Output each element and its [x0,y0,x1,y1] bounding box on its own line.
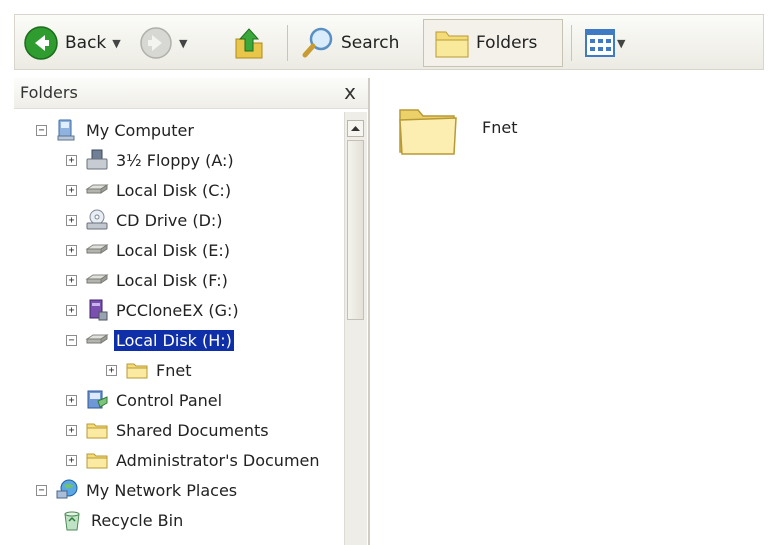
search-button[interactable]: Search [301,23,399,63]
tree-item-my-computer[interactable]: − My Computer [36,116,196,144]
folders-icon [435,31,469,58]
tree-item-fnet[interactable]: + Fnet [106,356,193,384]
tree-item-recycle-bin[interactable]: Recycle Bin [60,506,185,534]
recycle-bin-icon [64,511,80,531]
expand-icon[interactable]: + [66,214,77,226]
forward-button[interactable]: ▼ [139,23,187,63]
search-icon [302,27,333,58]
expand-icon[interactable]: + [66,154,77,166]
chevron-up-icon [351,126,360,131]
folders-pane-header: Folders x [14,78,368,109]
folders-button[interactable]: Folders [423,19,563,67]
forward-dropdown-icon[interactable]: ▼ [179,37,187,50]
tree-label: CD Drive (D:) [116,210,223,230]
expand-icon[interactable]: + [66,304,77,316]
collapse-icon[interactable]: − [36,484,47,496]
cd-drive-icon [86,209,108,230]
expand-icon[interactable]: + [66,274,77,286]
tree-label: PCCloneEX (G:) [116,300,239,320]
hard-drive-icon [85,334,109,344]
views-dropdown-icon[interactable]: ▼ [617,37,625,50]
back-button[interactable]: Back ▼ [23,23,121,63]
hard-drive-icon [85,184,109,194]
standard-buttons-bar: Back ▼ ▼ Search Folders ▼ [14,14,764,70]
expand-icon[interactable]: + [106,364,117,376]
tree-item-cd-drive[interactable]: + CD Drive (D:) [66,206,225,234]
scroll-up-button[interactable] [347,120,364,137]
folders-label: Folders [476,33,538,53]
expand-icon[interactable]: + [66,424,77,436]
tree-label: Control Panel [116,390,223,410]
folder-icon [86,453,108,469]
network-places-icon [56,479,78,499]
expand-icon[interactable]: + [66,184,77,196]
tree-label: My Computer [86,120,194,140]
collapse-icon[interactable]: − [36,124,47,136]
forward-arrow-icon [140,27,172,59]
folders-pane-title: Folders [20,83,78,102]
tree-label: Local Disk (F:) [116,270,228,290]
search-label: Search [341,33,400,53]
back-arrow-icon [24,26,58,60]
tree-item-shared-documents[interactable]: + Shared Documents [66,416,271,444]
tree-label: Local Disk (C:) [116,180,232,200]
tree-item-pcclone[interactable]: + PCCloneEX (G:) [66,296,241,324]
tree-label: 3½ Floppy (A:) [116,150,234,170]
folders-pane: Folders x − My Computer + 3½ Floppy (A:)… [14,78,370,545]
toolbar-separator [287,25,288,61]
content-item-label: Fnet [482,118,518,137]
tree-label: Local Disk (E:) [116,240,230,260]
my-computer-icon [57,119,75,141]
floppy-drive-icon [86,149,108,170]
tree-item-control-panel[interactable]: + Control Panel [66,386,224,414]
tree-item-my-network-places[interactable]: − My Network Places [36,476,239,504]
control-panel-icon [87,390,108,409]
folder-up-icon [235,28,263,59]
pcclone-drive-icon [89,299,108,321]
expand-icon[interactable]: + [66,244,77,256]
tree-item-administrators-documents[interactable]: + Administrator's Documen [66,446,322,474]
tree-label-selected: Local Disk (H:) [114,329,234,351]
toolbar: Back ▼ ▼ Search Folders ▼ [0,0,779,78]
expand-icon[interactable]: + [66,394,77,406]
scroll-thumb[interactable] [347,140,364,320]
folder-icon [399,109,457,155]
tree-label: Shared Documents [116,420,269,440]
folder-icon [126,363,148,379]
tree-label: Fnet [156,360,192,380]
hard-drive-icon [85,244,109,254]
views-grid-icon [585,29,615,57]
collapse-icon[interactable]: − [66,334,77,346]
tree-item-disk-f[interactable]: + Local Disk (F:) [66,266,230,294]
close-icon[interactable]: x [344,80,356,104]
tree-label: My Network Places [86,480,238,500]
back-label: Back [65,33,107,53]
contents-pane: Fnet [372,78,779,545]
tree-label: Recycle Bin [91,510,184,530]
tree-scrollbar[interactable] [344,112,367,545]
expand-icon[interactable]: + [66,454,77,466]
up-button[interactable] [233,23,265,63]
hard-drive-icon [85,274,109,284]
back-dropdown-icon[interactable]: ▼ [112,37,120,50]
tree-item-disk-e[interactable]: + Local Disk (E:) [66,236,232,264]
tree-label: Administrator's Documen [116,450,320,470]
tree-item-disk-h[interactable]: − Local Disk (H:) [66,326,234,354]
folder-icon [86,423,108,439]
toolbar-separator [571,25,572,61]
tree-item-floppy[interactable]: + 3½ Floppy (A:) [66,146,236,174]
tree-item-disk-c[interactable]: + Local Disk (C:) [66,176,233,204]
views-button[interactable]: ▼ [585,23,625,63]
